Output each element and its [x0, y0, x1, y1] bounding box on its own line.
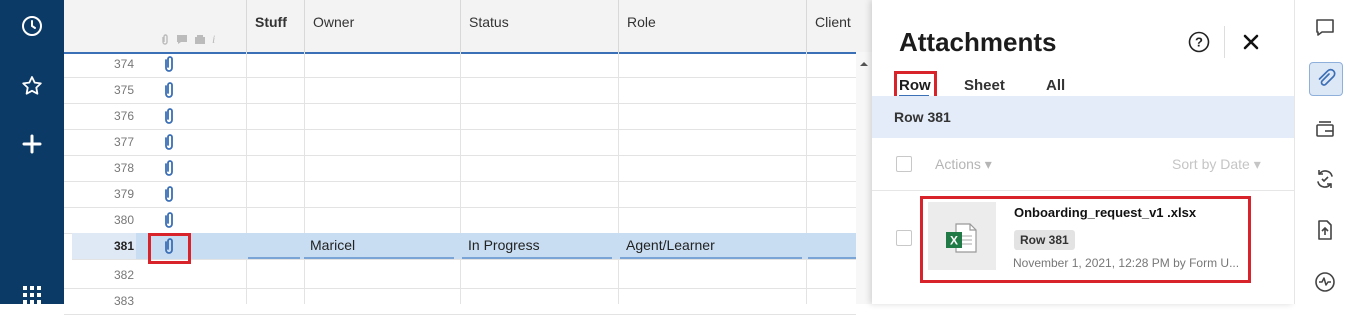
table-row[interactable]: 374 [64, 51, 856, 78]
attachment-icon[interactable] [162, 55, 176, 73]
scroll-up-arrow-icon[interactable] [856, 58, 872, 70]
attachments-panel: Attachments ? Row Sheet All Row 381 Acti… [872, 0, 1294, 304]
comments-icon[interactable] [1309, 12, 1341, 44]
recents-clock-icon[interactable] [16, 10, 48, 42]
sheet-grid: i Stuff Owner Status Role Client 374 375… [64, 0, 872, 315]
row-number: 376 [113, 109, 134, 123]
attachment-column-icon [162, 33, 168, 45]
attachments-icon[interactable] [1309, 62, 1343, 96]
table-row[interactable]: 377 [64, 129, 856, 156]
highlight-box [148, 233, 191, 264]
table-row[interactable]: 378 [64, 155, 856, 182]
row-number: 377 [113, 135, 134, 149]
info-column-icon: i [212, 32, 216, 46]
column-header-client[interactable]: Client [806, 0, 872, 52]
row-context-label: Row 381 [894, 109, 951, 125]
highlight-box [920, 196, 1251, 283]
attachment-icon[interactable] [162, 107, 176, 125]
cell-role[interactable]: Agent/Learner [620, 233, 802, 259]
row-number: 380 [113, 213, 134, 227]
row-number: 375 [113, 83, 134, 97]
table-row[interactable]: 383 [64, 288, 856, 315]
tab-all[interactable]: All [1046, 77, 1065, 94]
activity-log-icon[interactable] [1309, 266, 1341, 298]
favorites-star-icon[interactable] [16, 70, 48, 102]
select-all-checkbox[interactable] [896, 156, 912, 172]
cell-stuff[interactable] [248, 233, 300, 259]
attachment-checkbox[interactable] [896, 230, 912, 246]
divider [872, 190, 1294, 191]
svg-text:?: ? [1195, 35, 1203, 50]
create-plus-icon[interactable] [16, 128, 48, 160]
attachment-icon[interactable] [162, 133, 176, 151]
update-requests-icon[interactable] [1309, 163, 1341, 195]
right-toolbar [1294, 0, 1353, 304]
column-header-stuff[interactable]: Stuff [246, 0, 304, 52]
row-context-bar: Row 381 [872, 96, 1294, 138]
comment-column-icon [177, 35, 187, 44]
header-divider [1224, 26, 1225, 58]
attachment-icon[interactable] [162, 159, 176, 177]
table-row[interactable]: 379 [64, 181, 856, 208]
attachment-icon[interactable] [162, 185, 176, 203]
column-header-status[interactable]: Status [460, 0, 618, 52]
row-number: 382 [113, 268, 134, 282]
tab-sheet[interactable]: Sheet [964, 77, 1005, 94]
help-icon[interactable]: ? [1188, 31, 1210, 53]
apps-grid-icon[interactable] [16, 278, 48, 310]
actions-dropdown[interactable]: Actions ▾ [935, 156, 992, 173]
attachment-icon[interactable] [162, 81, 176, 99]
column-header-owner[interactable]: Owner [304, 0, 460, 52]
table-row[interactable]: 375 [64, 77, 856, 104]
row-number: 379 [113, 187, 134, 201]
row-number: 374 [113, 57, 134, 71]
cell-owner[interactable]: Maricel [304, 233, 454, 259]
row-indicator-icons: i [160, 32, 215, 47]
attachment-icon[interactable] [162, 211, 176, 229]
column-header-bar: i Stuff Owner Status Role Client [64, 0, 872, 54]
row-number: 383 [113, 294, 134, 308]
table-row[interactable]: 376 [64, 103, 856, 130]
proof-column-icon [195, 34, 205, 44]
row-number: 378 [113, 161, 134, 175]
column-header-role[interactable]: Role [618, 0, 806, 52]
proofing-icon[interactable] [1309, 113, 1341, 145]
sort-dropdown[interactable]: Sort by Date ▾ [1172, 156, 1261, 173]
grid-scrollbar[interactable] [856, 52, 872, 304]
table-row[interactable]: 380 [64, 207, 856, 234]
cell-status[interactable]: In Progress [462, 233, 612, 259]
left-navigation [0, 0, 64, 304]
panel-title: Attachments [899, 27, 1057, 57]
close-icon[interactable] [1242, 33, 1260, 51]
table-row[interactable]: 382 [64, 262, 856, 289]
row-number: 381 [72, 233, 136, 259]
publish-icon[interactable] [1309, 214, 1341, 246]
cell-client[interactable] [808, 233, 856, 259]
